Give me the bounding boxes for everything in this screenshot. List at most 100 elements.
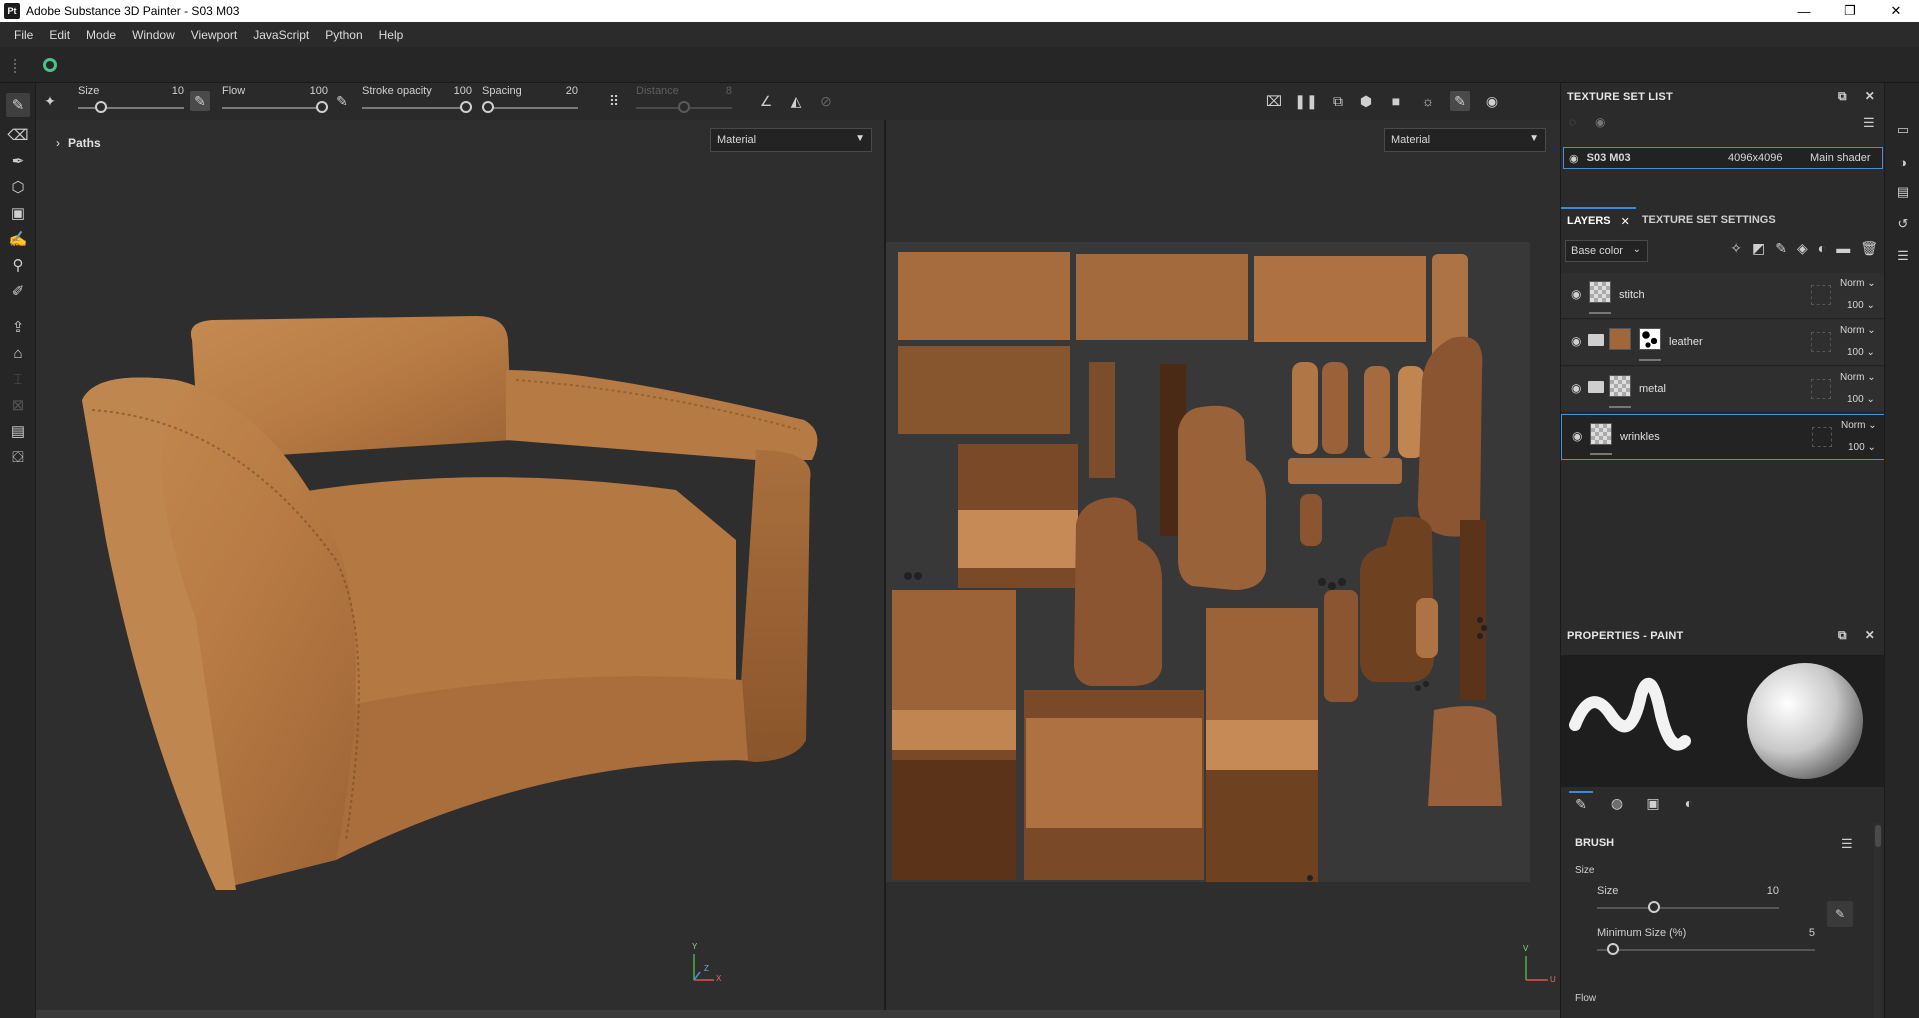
- bake-icon[interactable]: ⌂: [6, 341, 30, 365]
- size-slider-knob[interactable]: [95, 101, 107, 113]
- layer-row-selected[interactable]: ◉ wrinkles Norm ⌄ 100 ⌄: [1561, 414, 1885, 460]
- visibility-eye-icon[interactable]: ◉: [1569, 152, 1579, 165]
- maximize-button[interactable]: ❐: [1827, 0, 1873, 22]
- menu-viewport[interactable]: Viewport: [189, 28, 239, 42]
- layer-drop-slot[interactable]: [1811, 379, 1831, 399]
- minimize-button[interactable]: —: [1781, 0, 1827, 22]
- opacity-value[interactable]: 100 ⌄: [1847, 394, 1875, 405]
- layer-row[interactable]: ◉ metal Norm ⌄ 100 ⌄: [1561, 367, 1885, 413]
- paint-brush-icon[interactable]: ✎: [6, 93, 30, 117]
- show-all-icon[interactable]: ◉: [1595, 115, 1605, 129]
- minimum-size-knob[interactable]: [1607, 943, 1619, 955]
- alignment-icon[interactable]: ∠: [756, 91, 776, 111]
- visibility-eye-icon[interactable]: ◉: [1571, 381, 1581, 395]
- float-panel-icon[interactable]: ⧉: [1838, 628, 1847, 643]
- blend-mode-select[interactable]: Norm ⌄: [1840, 278, 1876, 289]
- history-icon[interactable]: ↺: [1894, 215, 1912, 233]
- projection-icon[interactable]: ✒: [6, 149, 30, 173]
- brush-settings-icon[interactable]: ✦: [40, 91, 60, 111]
- stroke-opacity-slider[interactable]: Stroke opacity 100: [362, 83, 472, 120]
- log-icon[interactable]: ☰: [1894, 247, 1912, 265]
- visibility-eye-icon[interactable]: ◉: [1572, 429, 1582, 443]
- paint-mode-icon[interactable]: ✎: [1450, 91, 1470, 111]
- hide-all-icon[interactable]: ◌: [1569, 115, 1576, 129]
- blend-mode-select[interactable]: Norm ⌄: [1841, 420, 1877, 431]
- texture-set-row[interactable]: ◉ S03 M03 4096x4096 Main shader: [1563, 147, 1883, 169]
- brush-size-knob[interactable]: [1648, 901, 1660, 913]
- close-tab-icon[interactable]: ✕: [1621, 215, 1630, 228]
- menu-window[interactable]: Window: [130, 28, 177, 42]
- hide-ui-icon[interactable]: ⌧: [1264, 91, 1284, 111]
- menu-javascript[interactable]: JavaScript: [251, 28, 311, 42]
- opacity-value[interactable]: 100 ⌄: [1847, 300, 1875, 311]
- backface-culling-icon[interactable]: ⊘: [816, 91, 836, 111]
- viewport-3d[interactable]: › Paths Material ▼ Y X Z: [36, 120, 884, 1010]
- texture-set-shader[interactable]: Main shader: [1810, 152, 1871, 164]
- menu-file[interactable]: File: [12, 28, 35, 42]
- alpha-tab-icon[interactable]: ◍: [1605, 791, 1629, 815]
- opacity-value[interactable]: 100 ⌄: [1847, 347, 1875, 358]
- shelf-icon[interactable]: ▭: [1894, 121, 1912, 139]
- clone-icon[interactable]: ⚲: [6, 253, 30, 277]
- toolbar-grip[interactable]: [14, 59, 16, 73]
- float-panel-icon[interactable]: ⧉: [1838, 89, 1847, 104]
- split-view-icon[interactable]: ⧉: [1328, 91, 1348, 111]
- distance-slider[interactable]: Distance 8: [636, 83, 732, 120]
- lazy-mouse-icon[interactable]: ⠿: [604, 91, 624, 111]
- menu-python[interactable]: Python: [323, 28, 364, 42]
- measure-icon[interactable]: ⌶: [6, 367, 30, 391]
- distance-slider-knob[interactable]: [678, 101, 690, 113]
- visibility-eye-icon[interactable]: ◉: [1571, 287, 1581, 301]
- brush-tab-icon[interactable]: ✎: [1569, 791, 1593, 815]
- camera-icon[interactable]: ■: [1386, 91, 1406, 111]
- close-button[interactable]: ✕: [1873, 0, 1919, 22]
- viewer-settings-icon[interactable]: ⛋: [6, 445, 30, 469]
- size-slider[interactable]: Size 10: [78, 83, 184, 120]
- color-picker-icon[interactable]: ✐: [6, 279, 30, 303]
- geometry-fill-icon[interactable]: ⬡: [6, 175, 30, 199]
- add-folder-icon[interactable]: ▬: [1836, 240, 1850, 257]
- flow-slider[interactable]: Flow 100: [222, 83, 328, 120]
- assets-icon[interactable]: ▤: [6, 419, 30, 443]
- environment-icon[interactable]: ☼: [1418, 91, 1438, 111]
- layer-drop-slot[interactable]: [1812, 427, 1832, 447]
- close-panel-icon[interactable]: ✕: [1865, 628, 1875, 643]
- polygon-fill-icon[interactable]: ▣: [6, 201, 30, 225]
- eraser-icon[interactable]: ⌫: [6, 123, 30, 147]
- add-paint-layer-icon[interactable]: ✎: [1775, 240, 1787, 257]
- add-mask-icon[interactable]: ◩: [1752, 240, 1765, 257]
- opacity-value[interactable]: 100 ⌄: [1848, 442, 1876, 453]
- minimum-size-slider[interactable]: Minimum Size (%) 5: [1597, 925, 1815, 962]
- texture-set-menu-icon[interactable]: ☰: [1863, 115, 1875, 131]
- flow-slider-knob[interactable]: [316, 101, 328, 113]
- close-panel-icon[interactable]: ✕: [1865, 89, 1875, 104]
- smudge-icon[interactable]: ✍: [6, 227, 30, 251]
- blend-mode-select[interactable]: Norm ⌄: [1840, 372, 1876, 383]
- menu-mode[interactable]: Mode: [84, 28, 118, 42]
- tab-texture-set-settings[interactable]: TEXTURE SET SETTINGS: [1636, 207, 1782, 233]
- layer-drop-slot[interactable]: [1811, 332, 1831, 352]
- display-mode-icon[interactable]: ⬢: [1356, 91, 1376, 111]
- crop-icon[interactable]: ⊠: [6, 393, 30, 417]
- tab-layers[interactable]: LAYERS ✕: [1561, 207, 1636, 233]
- menu-edit[interactable]: Edit: [47, 28, 72, 42]
- screenshot-icon[interactable]: ◉: [1482, 91, 1502, 111]
- plugin-ring-icon[interactable]: [43, 58, 57, 72]
- material-tab-icon[interactable]: ◐: [1677, 791, 1701, 815]
- brush-menu-icon[interactable]: ☰: [1841, 836, 1853, 852]
- stencil-tab-icon[interactable]: ▣: [1641, 791, 1665, 815]
- stroke-opacity-slider-knob[interactable]: [460, 101, 472, 113]
- delete-layer-icon[interactable]: 🗑: [1860, 240, 1878, 257]
- viewport-2d[interactable]: Material ▼ V U: [886, 120, 1560, 1010]
- pause-icon[interactable]: ❚❚: [1294, 91, 1317, 111]
- spacing-slider-knob[interactable]: [482, 101, 494, 113]
- pen-pressure-button[interactable]: ✎: [1827, 901, 1853, 927]
- add-fill-layer-icon[interactable]: ◈: [1797, 240, 1808, 257]
- layer-row[interactable]: ◉ leather Norm ⌄ 100 ⌄: [1561, 320, 1885, 366]
- add-effect-icon[interactable]: ✧: [1730, 240, 1742, 257]
- symmetry-icon[interactable]: ◭: [786, 91, 806, 111]
- pressure-size-icon[interactable]: ✎: [190, 91, 210, 111]
- menu-help[interactable]: Help: [377, 28, 406, 42]
- pressure-flow-icon[interactable]: ✎: [332, 91, 352, 111]
- properties-scrollbar[interactable]: [1874, 823, 1882, 1018]
